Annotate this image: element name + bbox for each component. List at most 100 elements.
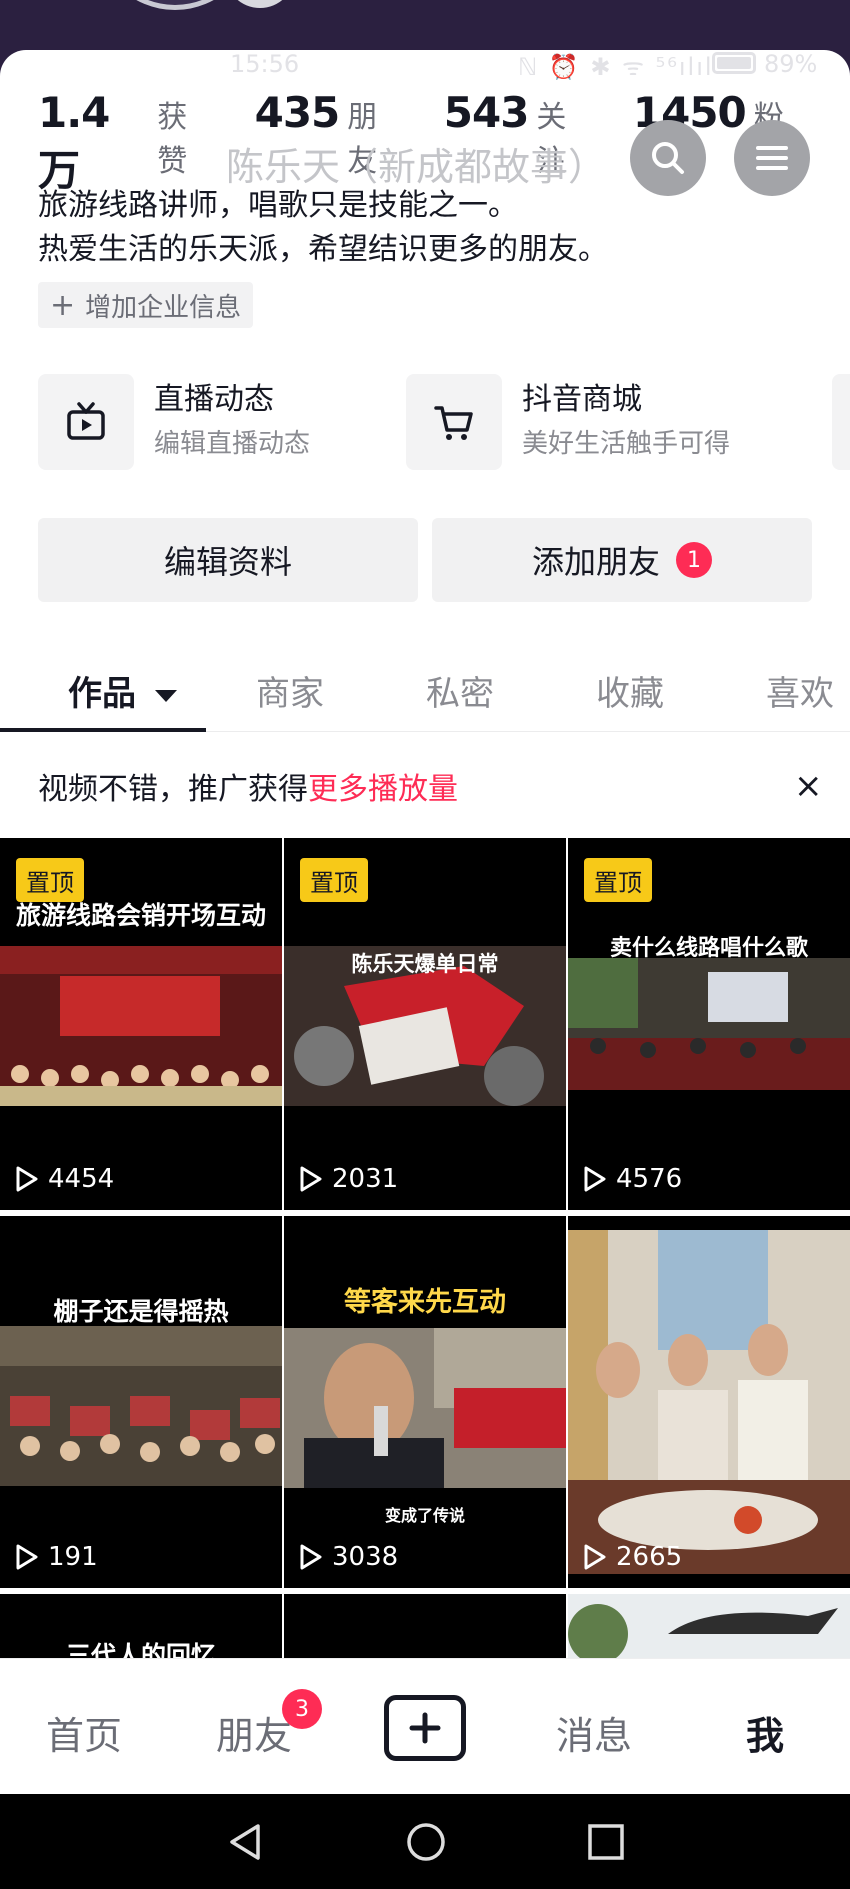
hamburger-icon <box>756 146 788 170</box>
nav-messages[interactable]: 消息 <box>556 1705 632 1760</box>
cart-icon-box <box>406 374 502 470</box>
douyin-mall-card[interactable]: 抖音商城 美好生活触手可得 <box>406 374 730 470</box>
system-nav-bar <box>0 1794 850 1889</box>
video-caption: 卖什么线路唱什么歌 <box>609 936 808 961</box>
create-button[interactable] <box>384 1695 466 1761</box>
feature-title: 抖音商城 <box>522 382 642 417</box>
video-caption: 棚子还是得摇热 <box>53 1297 229 1326</box>
edit-profile-button[interactable]: 编辑资料 <box>38 518 418 602</box>
video-tile[interactable]: 置顶 旅游线路会销开场互动 4454 <box>0 838 282 1210</box>
play-count-value: 4576 <box>616 1164 683 1194</box>
play-count-value: 3038 <box>332 1542 399 1572</box>
video-tile[interactable]: 置顶 陈乐天爆单日常 2031 <box>284 838 566 1210</box>
tab-merchant[interactable]: 商家 <box>256 666 324 715</box>
play-count-value: 2665 <box>616 1542 683 1572</box>
nav-friends[interactable]: 朋友 <box>216 1705 292 1760</box>
play-count: 2665 <box>582 1542 682 1572</box>
play-count: 4576 <box>582 1164 682 1194</box>
search-icon <box>652 142 684 174</box>
stat-number: 543 <box>443 88 530 137</box>
nav-me[interactable]: 我 <box>746 1705 784 1760</box>
play-count: 2031 <box>298 1164 398 1194</box>
plus-icon <box>409 1712 441 1744</box>
video-tile[interactable]: 棚子还是得摇热 191 <box>0 1216 282 1588</box>
promo-banner[interactable]: 视频不错，推广获得更多播放量 <box>38 764 458 808</box>
promo-text: 视频不错，推广获得 <box>38 772 308 807</box>
tab-works[interactable]: 作品 <box>68 666 178 715</box>
stat-label: 获赞 <box>157 100 188 179</box>
live-updates-card[interactable]: 直播动态 编辑直播动态 <box>38 374 310 470</box>
stat-likes[interactable]: 1.4万 获赞 <box>38 88 217 198</box>
stat-number: 435 <box>254 88 341 137</box>
video-subcaption: 变成了传说 <box>384 1506 465 1525</box>
add-friends-button[interactable]: 添加朋友 1 <box>432 518 812 602</box>
video-caption: 陈乐天爆单日常 <box>351 952 499 976</box>
play-icon <box>584 1166 606 1192</box>
pinned-badge: 置顶 <box>300 858 368 902</box>
feature-subtitle: 编辑直播动态 <box>154 429 311 459</box>
video-caption: 旅游线路会销开场互动 <box>15 901 266 930</box>
tv-icon <box>67 402 105 440</box>
tab-likes[interactable]: 喜欢 <box>766 666 834 715</box>
tab-favorites[interactable]: 收藏 <box>596 666 664 715</box>
add-business-info-label: 增加企业信息 <box>85 292 242 323</box>
video-tile[interactable]: 置顶 卖什么线路唱什么歌 4576 <box>568 838 850 1210</box>
play-icon <box>16 1544 38 1570</box>
add-friends-label: 添加朋友 <box>531 543 660 581</box>
play-count-value: 191 <box>48 1542 98 1572</box>
status-time: 15:56 <box>230 50 300 78</box>
home-icon[interactable] <box>404 1820 448 1864</box>
play-count: 3038 <box>298 1542 398 1572</box>
status-bar: 15:56 ℕ ⏰ ✱ ᯤ ⁵⁶ılıl 89% <box>0 50 850 81</box>
feature-title: 直播动态 <box>154 382 274 417</box>
bottom-nav: 首页 朋友 3 消息 我 <box>0 1658 850 1794</box>
edit-profile-label: 编辑资料 <box>163 543 292 581</box>
avatar[interactable] <box>95 0 255 10</box>
cart-icon <box>434 406 473 440</box>
nav-home[interactable]: 首页 <box>46 1705 122 1760</box>
video-thumbnail <box>0 1326 282 1486</box>
bio-line: 旅游线路讲师，唱歌只是技能之一。 <box>38 188 518 223</box>
friends-badge: 3 <box>282 1689 322 1729</box>
active-tab-indicator <box>0 728 206 732</box>
promo-highlight[interactable]: 更多播放量 <box>308 772 458 807</box>
plus-icon: + <box>50 287 76 323</box>
play-count-value: 2031 <box>332 1164 399 1194</box>
stat-number: 1.4万 <box>38 88 110 195</box>
video-thumbnail <box>568 1230 850 1574</box>
profile-bio: 旅游线路讲师，唱歌只是技能之一。 热爱生活的乐天派，希望结识更多的朋友。 <box>38 184 608 272</box>
video-tile[interactable] <box>568 1594 850 1658</box>
add-business-info-button[interactable]: + 增加企业信息 <box>38 282 254 328</box>
video-tile[interactable]: 2665 <box>568 1216 850 1588</box>
play-count-value: 4454 <box>48 1164 115 1194</box>
play-icon <box>584 1544 606 1570</box>
bio-line: 热爱生活的乐天派，希望结识更多的朋友。 <box>38 232 608 267</box>
menu-button[interactable] <box>734 120 810 196</box>
back-icon[interactable] <box>224 1820 268 1864</box>
avatar-edit-badge[interactable] <box>225 0 295 8</box>
video-tile[interactable] <box>284 1594 566 1658</box>
feature-subtitle: 美好生活触手可得 <box>522 429 731 459</box>
caret-down-icon <box>154 689 177 702</box>
play-icon <box>16 1166 38 1192</box>
next-feature-card[interactable] <box>832 374 850 470</box>
close-icon[interactable]: × <box>794 766 823 806</box>
pinned-badge: 置顶 <box>584 858 652 902</box>
recents-icon[interactable] <box>584 1820 628 1864</box>
battery-icon <box>712 52 756 74</box>
play-icon <box>300 1544 322 1570</box>
play-count: 191 <box>14 1542 98 1572</box>
tab-private[interactable]: 私密 <box>426 666 494 715</box>
video-thumbnail <box>568 1594 850 1658</box>
video-thumbnail <box>0 946 282 1106</box>
video-caption: 等客来先互动 <box>344 1287 506 1318</box>
search-button[interactable] <box>630 120 706 196</box>
content-tabs: 作品 商家 私密 收藏 喜欢 <box>0 652 850 732</box>
add-friends-badge: 1 <box>676 542 712 578</box>
video-tile[interactable]: 等客来先互动 变成了传说 3038 <box>284 1216 566 1588</box>
tv-icon-box <box>38 374 134 470</box>
video-thumbnail <box>284 1328 566 1488</box>
play-count: 4454 <box>14 1164 114 1194</box>
play-icon <box>300 1166 322 1192</box>
video-tile[interactable]: 三代人的回忆 <box>0 1594 282 1658</box>
